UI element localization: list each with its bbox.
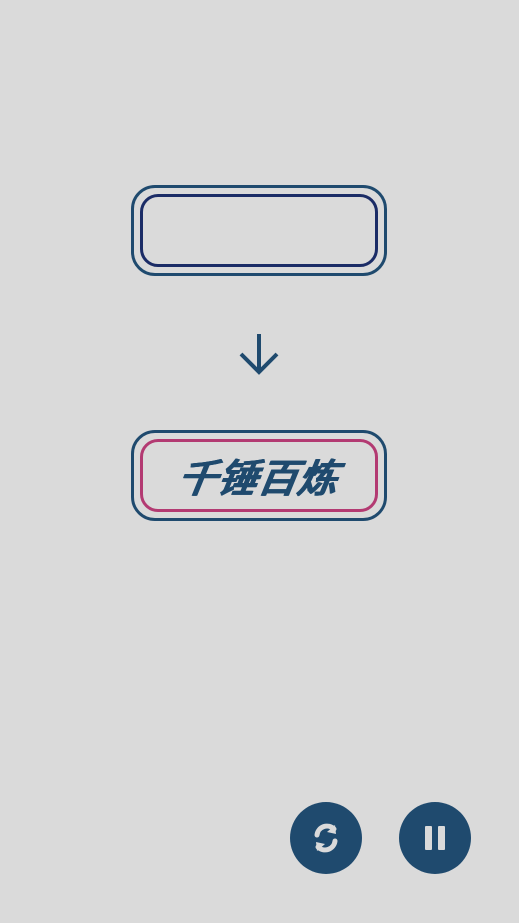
target-word-box: 千锤百炼 <box>131 430 387 521</box>
refresh-button[interactable] <box>290 802 362 874</box>
answer-input-box[interactable] <box>131 185 387 276</box>
target-word-inner: 千锤百炼 <box>140 439 378 512</box>
refresh-icon <box>305 817 347 859</box>
pause-button[interactable] <box>399 802 471 874</box>
answer-input-inner[interactable] <box>140 194 378 267</box>
down-arrow-icon <box>234 330 284 380</box>
target-word-text: 千锤百炼 <box>174 456 343 502</box>
game-screen: 千锤百炼 <box>0 0 519 923</box>
pause-icon <box>417 820 453 856</box>
